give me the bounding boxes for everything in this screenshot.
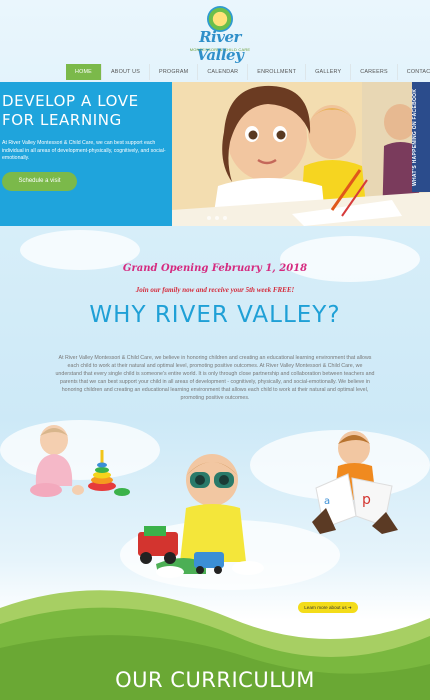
nav-item-careers[interactable]: CAREERS [351, 64, 398, 80]
baby-with-stacking-rings-image [30, 425, 130, 497]
nav-item-enrollment[interactable]: ENROLLMENT [248, 64, 307, 80]
site-header: River Valley MONTESSORI & CHILD CARE HOM… [0, 0, 430, 82]
arrow-right-icon: ➜ [347, 605, 352, 610]
cloud-decoration [280, 236, 420, 282]
nav-item-program[interactable]: PROGRAM [150, 64, 199, 80]
learn-more-button[interactable]: Learn more about us ➜ [298, 602, 358, 613]
curriculum-heading: OUR CURRICULUM [115, 668, 315, 692]
nav-item-calendar[interactable]: CALENDAR [198, 64, 249, 80]
slider-dot[interactable] [215, 216, 219, 220]
logo-subtitle: MONTESSORI & CHILD CARE [189, 47, 251, 52]
learn-more-label: Learn more about us [304, 605, 347, 610]
why-heading: WHY RIVER VALLEY? [89, 302, 341, 328]
svg-text:p: p [362, 492, 371, 508]
promo-text: Join our family now and receive your 5th… [135, 286, 295, 294]
logo-name: River Valley [196, 28, 244, 64]
nav-item-gallery[interactable]: GALLERY [306, 64, 352, 80]
hero-title: DEVELOP A LOVE FOR LEARNING [2, 92, 139, 129]
site-logo[interactable]: River Valley MONTESSORI & CHILD CARE [183, 6, 257, 64]
slider-dot[interactable] [223, 216, 227, 220]
hero-photo-children-drawing [172, 82, 430, 226]
hero-description: At River Valley Montessori & Child Care,… [2, 140, 166, 162]
nav-item-about-us[interactable]: ABOUT US [102, 64, 151, 80]
schedule-visit-button[interactable]: Schedule a visit [2, 172, 77, 191]
svg-text:a: a [324, 496, 330, 507]
nav-item-contact-us[interactable]: CONTACT US [398, 64, 430, 80]
nav-item-home[interactable]: HOME [66, 64, 102, 80]
slider-dot[interactable] [207, 216, 211, 220]
hero-slider: DEVELOP A LOVE FOR LEARNING At River Val… [0, 82, 430, 226]
slider-dots [207, 216, 227, 220]
toddler-reading-book-image: p a [312, 431, 398, 534]
main-nav: HOME ABOUT US PROGRAM CALENDAR ENROLLMEN… [66, 64, 430, 80]
child-with-binoculars-image [138, 454, 264, 578]
hero-photo-illustration [172, 82, 430, 226]
facebook-tab-label: WHAT'S HAPPENING ON FACEBOOK [412, 88, 418, 186]
grand-opening-headline: Grand Opening February 1, 2018 [122, 263, 308, 274]
hero-text-panel: DEVELOP A LOVE FOR LEARNING At River Val… [0, 82, 172, 226]
why-paragraph: At River Valley Montessori & Child Care,… [55, 355, 375, 401]
